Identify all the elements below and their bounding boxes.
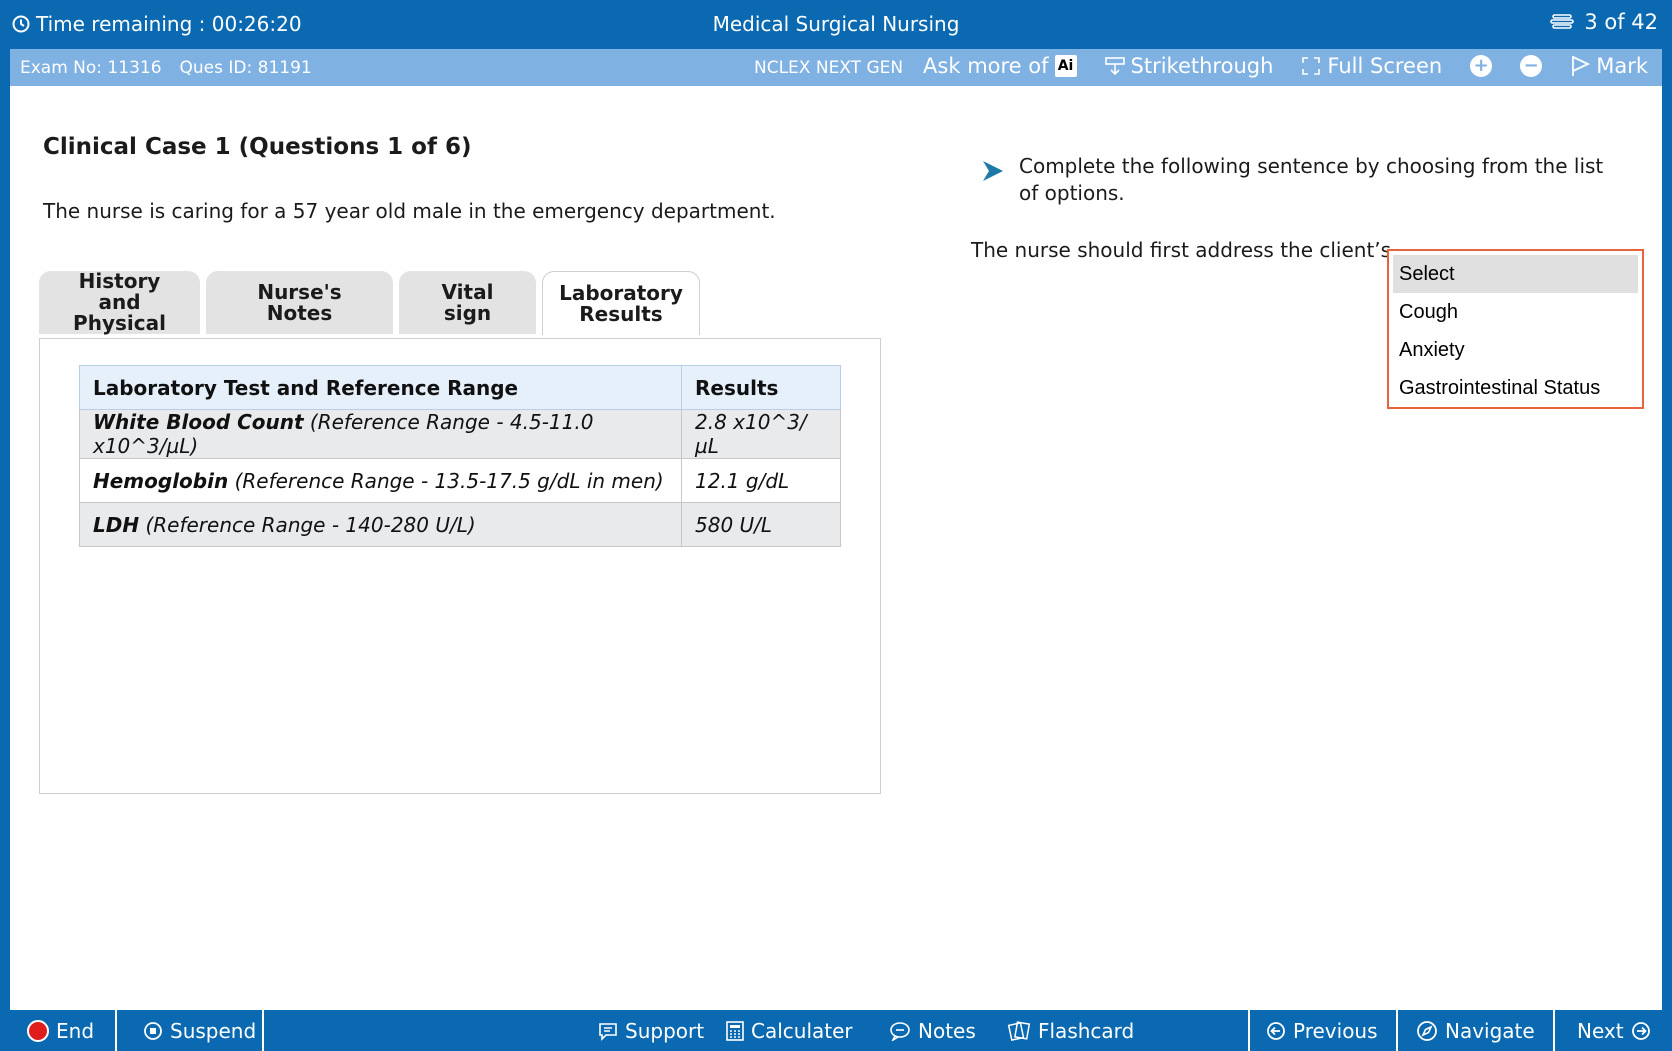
lab-result-cell: 580 U/L bbox=[681, 502, 841, 547]
full-screen-button[interactable]: Full Screen bbox=[1301, 54, 1442, 78]
tab-laboratory-results[interactable]: Laboratory Results bbox=[542, 271, 700, 335]
compass-icon bbox=[1416, 1020, 1438, 1042]
navigate-label: Navigate bbox=[1445, 1018, 1535, 1043]
notes-button[interactable]: Notes bbox=[889, 1010, 976, 1051]
flashcard-label: Flashcard bbox=[1038, 1018, 1135, 1043]
chat-icon bbox=[598, 1021, 618, 1041]
divider bbox=[1396, 1010, 1398, 1051]
end-label: End bbox=[56, 1018, 95, 1043]
ask-ai-label: Ask more of bbox=[923, 54, 1049, 78]
column-header-results: Results bbox=[681, 365, 841, 410]
lab-test-range: (Reference Range - 13.5-17.5 g/dL in men… bbox=[228, 468, 664, 493]
main-content: Clinical Case 1 (Questions 1 of 6) The n… bbox=[10, 86, 1662, 1010]
flashcard-button[interactable]: Flashcard bbox=[1007, 1010, 1134, 1051]
table-row: LDH (Reference Range - 140-280 U/L) 580 … bbox=[79, 502, 841, 547]
divider bbox=[115, 1010, 117, 1051]
lab-test-cell: White Blood Count (Reference Range - 4.5… bbox=[79, 409, 682, 459]
next-button[interactable]: Next bbox=[1577, 1010, 1651, 1051]
arrow-right-circle-icon bbox=[1631, 1021, 1651, 1041]
lab-test-name: White Blood Count bbox=[93, 410, 304, 434]
strikethrough-icon bbox=[1104, 56, 1125, 76]
exam-type: NCLEX NEXT GEN bbox=[754, 58, 904, 78]
lab-test-name: LDH bbox=[93, 512, 140, 537]
table-header-row: Laboratory Test and Reference Range Resu… bbox=[79, 365, 841, 410]
lab-result-cell: 2.8 x10^3/µL bbox=[681, 409, 841, 459]
support-button[interactable]: Support bbox=[598, 1010, 704, 1051]
calculator-label: Calculater bbox=[751, 1018, 853, 1043]
question-counter-label: 3 of 42 bbox=[1584, 10, 1658, 34]
case-text: The nurse is caring for a 57 year old ma… bbox=[43, 199, 776, 223]
suspend-label: Suspend bbox=[170, 1018, 257, 1043]
question-list-icon[interactable] bbox=[1550, 13, 1575, 31]
table-row: Hemoglobin (Reference Range - 13.5-17.5 … bbox=[79, 458, 841, 503]
tab-nurses-notes[interactable]: Nurse's Notes bbox=[206, 271, 393, 334]
tab-panel-laboratory-results: Laboratory Test and Reference Range Resu… bbox=[39, 338, 881, 794]
dropdown-option-anxiety[interactable]: Anxiety bbox=[1393, 331, 1638, 369]
lab-test-cell: LDH (Reference Range - 140-280 U/L) bbox=[79, 502, 682, 547]
lab-results-table: Laboratory Test and Reference Range Resu… bbox=[79, 365, 841, 547]
flag-icon bbox=[1570, 55, 1591, 77]
divider bbox=[1248, 1010, 1250, 1051]
end-button[interactable]: End bbox=[27, 1010, 94, 1051]
dropdown-option-select[interactable]: Select bbox=[1393, 255, 1638, 293]
question-instruction: Complete the following sentence by choos… bbox=[971, 153, 1611, 207]
bottom-toolbar: End Suspend Support Calculater Notes Fla… bbox=[0, 1010, 1672, 1051]
calculator-button[interactable]: Calculater bbox=[726, 1010, 853, 1051]
instruction-text: Complete the following sentence by choos… bbox=[1019, 154, 1604, 205]
ai-icon: Ai bbox=[1054, 55, 1077, 77]
next-label: Next bbox=[1577, 1018, 1624, 1043]
previous-label: Previous bbox=[1293, 1018, 1378, 1043]
tab-vital-sign[interactable]: Vital sign bbox=[399, 271, 536, 334]
calculator-icon bbox=[726, 1020, 744, 1041]
lab-test-cell: Hemoglobin (Reference Range - 13.5-17.5 … bbox=[79, 458, 682, 503]
dropdown-option-gastrointestinal-status[interactable]: Gastrointestinal Status bbox=[1393, 369, 1638, 407]
case-title: Clinical Case 1 (Questions 1 of 6) bbox=[43, 134, 472, 160]
question-sentence: The nurse should first address the clien… bbox=[971, 238, 1392, 262]
notes-label: Notes bbox=[918, 1018, 976, 1043]
suspend-button[interactable]: Suspend bbox=[143, 1010, 256, 1051]
lab-result-cell: 12.1 g/dL bbox=[681, 458, 841, 503]
question-counter: 3 of 42 bbox=[1550, 10, 1658, 34]
exam-toolbar: Exam No: 11316 Ques ID: 81191 NCLEX NEXT… bbox=[10, 49, 1662, 86]
strikethrough-button[interactable]: Strikethrough bbox=[1104, 54, 1274, 78]
strikethrough-label: Strikethrough bbox=[1130, 54, 1274, 78]
divider bbox=[262, 1010, 264, 1051]
lab-test-range: (Reference Range - 140-280 U/L) bbox=[139, 512, 476, 537]
dropdown-option-cough[interactable]: Cough bbox=[1393, 293, 1638, 331]
ask-ai-button[interactable]: Ask more of Ai bbox=[923, 54, 1077, 78]
flashcard-icon bbox=[1007, 1020, 1031, 1041]
arrow-left-circle-icon bbox=[1266, 1021, 1286, 1041]
mark-label: Mark bbox=[1596, 54, 1648, 78]
answer-dropdown[interactable]: Select Cough Anxiety Gastrointestinal St… bbox=[1387, 249, 1644, 409]
exam-title: Medical Surgical Nursing bbox=[712, 12, 960, 36]
support-label: Support bbox=[625, 1018, 705, 1043]
lab-test-name: Hemoglobin bbox=[93, 468, 229, 493]
zoom-out-icon[interactable]: − bbox=[1520, 55, 1543, 77]
question-id: Ques ID: 81191 bbox=[179, 58, 312, 78]
tab-history-and-physical[interactable]: History and Physical bbox=[39, 271, 200, 334]
full-screen-label: Full Screen bbox=[1327, 54, 1443, 78]
exam-number: Exam No: 11316 bbox=[20, 58, 162, 78]
fullscreen-icon bbox=[1301, 56, 1321, 76]
mark-button[interactable]: Mark bbox=[1570, 54, 1648, 78]
stop-icon bbox=[27, 1019, 49, 1042]
notes-icon bbox=[889, 1021, 911, 1041]
previous-button[interactable]: Previous bbox=[1266, 1010, 1378, 1051]
column-header-test: Laboratory Test and Reference Range bbox=[79, 365, 682, 410]
divider bbox=[1553, 1010, 1555, 1051]
zoom-in-icon[interactable]: + bbox=[1470, 55, 1493, 77]
case-tabs: History and Physical Nurse's Notes Vital… bbox=[39, 271, 700, 335]
navigate-button[interactable]: Navigate bbox=[1416, 1010, 1535, 1051]
pointer-arrow-icon bbox=[981, 159, 1005, 190]
title-bar: Time remaining : 00:26:20 Medical Surgic… bbox=[0, 0, 1672, 49]
table-row: White Blood Count (Reference Range - 4.5… bbox=[79, 409, 841, 459]
pause-circle-icon bbox=[143, 1021, 163, 1041]
